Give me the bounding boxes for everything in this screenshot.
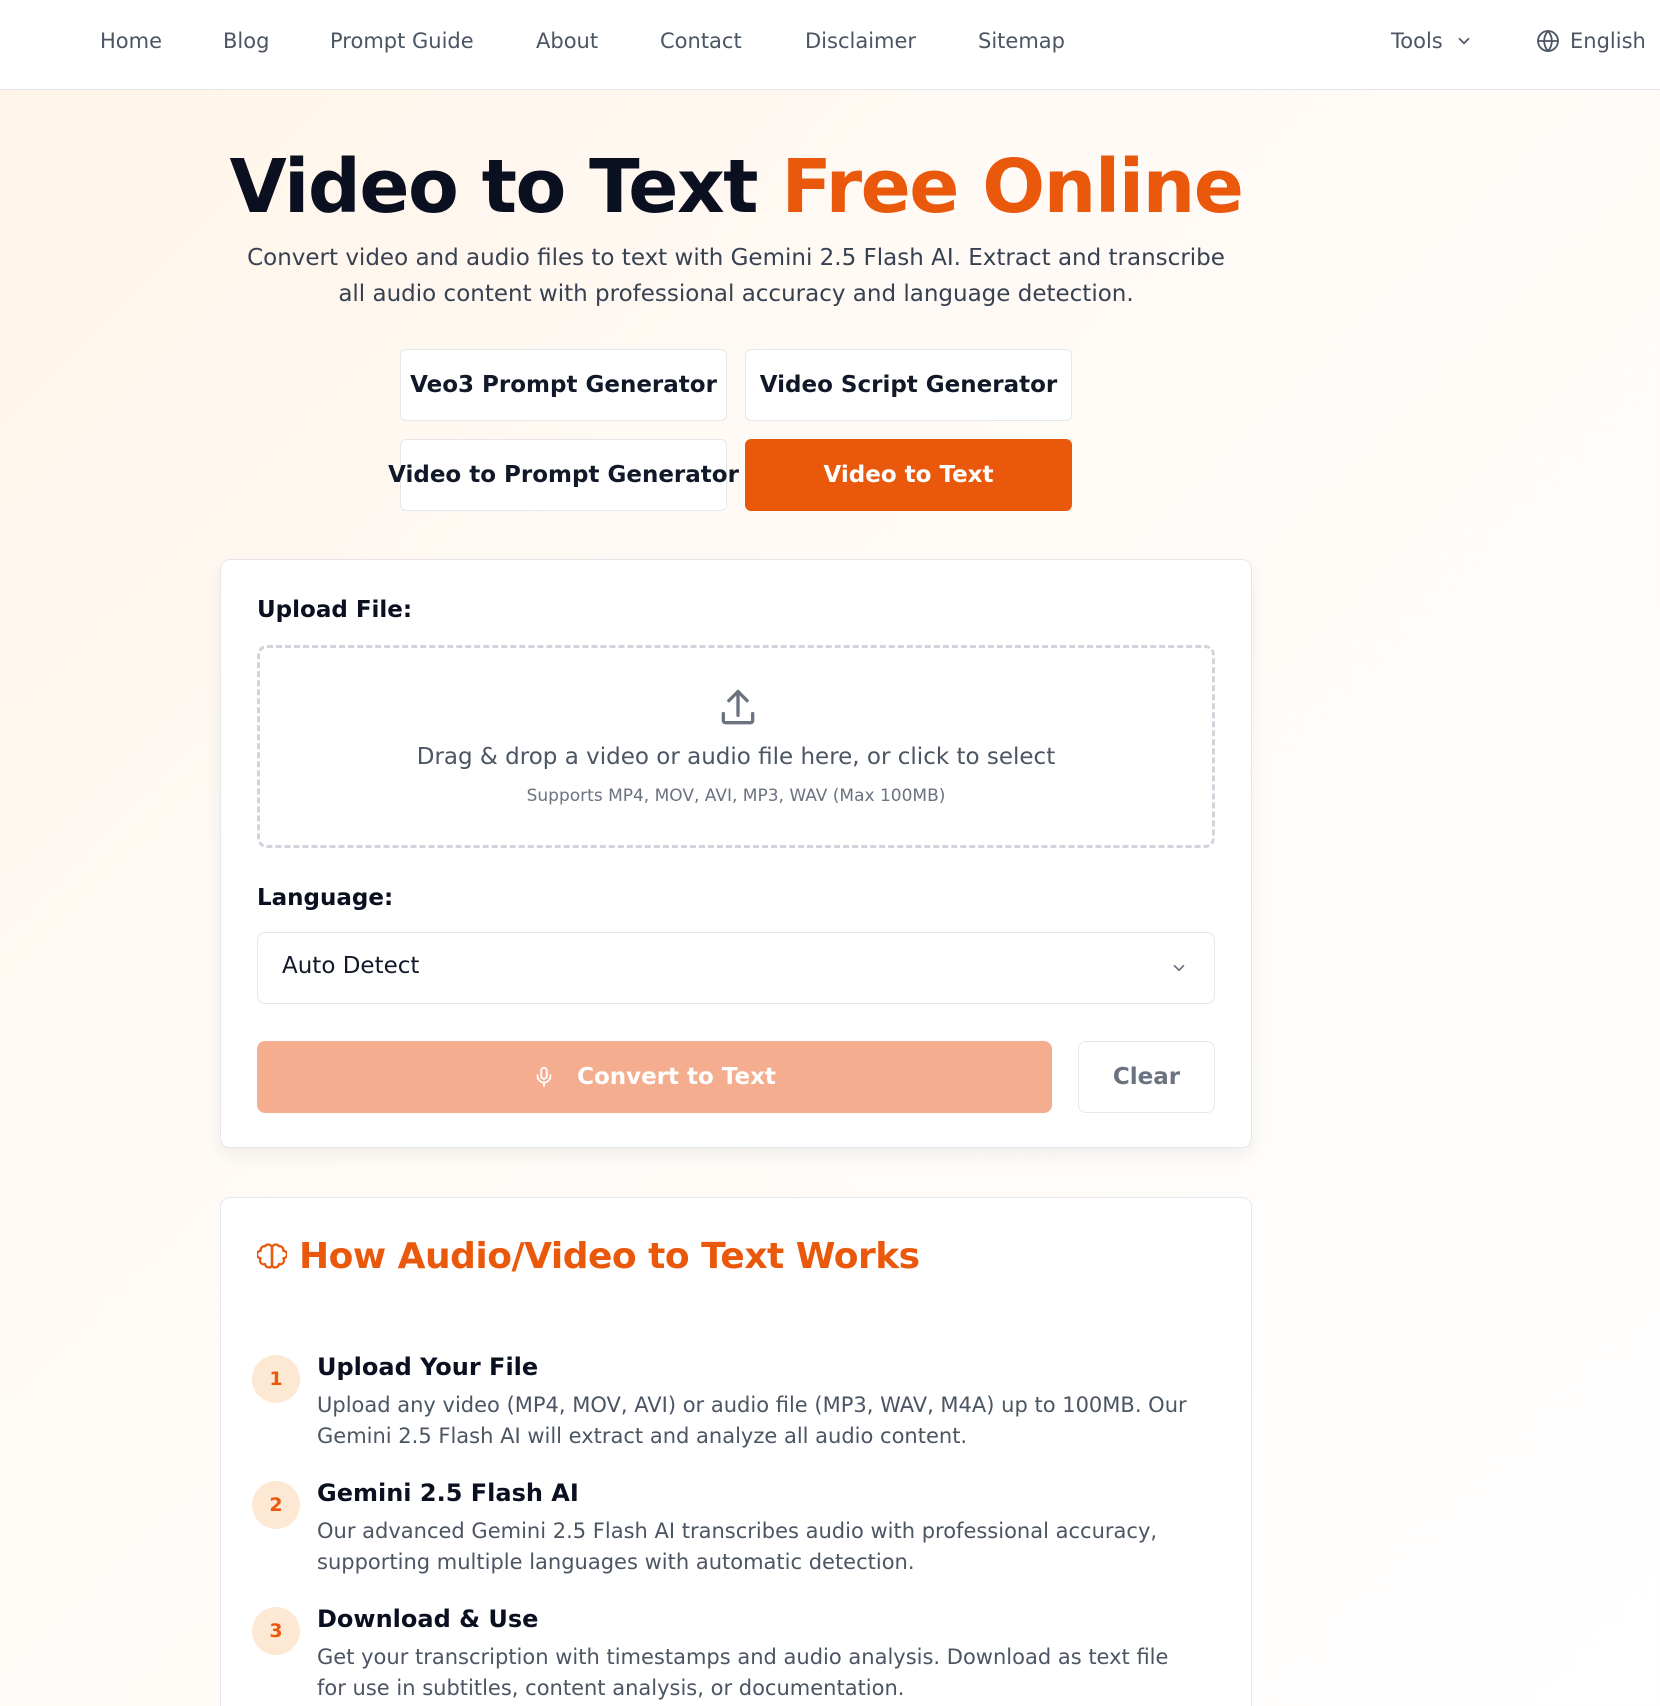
chevron-down-icon — [1458, 37, 1470, 45]
converter-card: Upload File: Drag & drop a video or audi… — [220, 559, 1252, 1148]
step-title: Upload Your File — [317, 1353, 539, 1381]
video-to-text-button[interactable]: Video to Text — [745, 439, 1072, 511]
nav-link-contact[interactable]: Contact — [660, 26, 742, 56]
language-switcher[interactable]: English — [1536, 26, 1646, 56]
convert-button-label: Convert to Text — [577, 1064, 776, 1090]
nav-link-sitemap[interactable]: Sitemap — [978, 26, 1065, 56]
nav-link-disclaimer[interactable]: Disclaimer — [805, 26, 916, 56]
file-dropzone[interactable]: Drag & drop a video or audio file here, … — [257, 645, 1215, 848]
microphone-icon — [536, 1066, 552, 1088]
step-title: Gemini 2.5 Flash AI — [317, 1479, 579, 1507]
step-number-badge: 2 — [252, 1481, 300, 1529]
how-title-text: How Audio/Video to Text Works — [299, 1236, 920, 1277]
veo3-prompt-generator-button[interactable]: Veo3 Prompt Generator — [400, 349, 727, 421]
language-select-label: Language: — [257, 885, 394, 911]
step-title: Download & Use — [317, 1605, 539, 1633]
nav-link-about[interactable]: About — [536, 26, 598, 56]
top-nav: Home Blog Prompt Guide About Contact Dis… — [0, 0, 1660, 90]
chevron-down-icon — [1173, 964, 1185, 972]
how-it-works-card: How Audio/Video to Text Works 1 Upload Y… — [220, 1197, 1252, 1706]
tools-dropdown[interactable]: Tools — [1391, 26, 1473, 56]
video-to-prompt-generator-button[interactable]: Video to Prompt Generator — [388, 439, 739, 511]
dropzone-supports-text: Supports MP4, MOV, AVI, MP3, WAV (Max 10… — [526, 786, 946, 806]
nav-link-blog[interactable]: Blog — [223, 26, 269, 56]
language-label: English — [1570, 29, 1646, 53]
upload-icon — [721, 689, 755, 725]
upload-label: Upload File: — [257, 597, 413, 623]
page-title-main: Video to Text — [229, 144, 759, 230]
page-title-accent: Free Online — [781, 144, 1244, 230]
nav-link-prompt-guide[interactable]: Prompt Guide — [330, 26, 474, 56]
step-description: Upload any video (MP4, MOV, AVI) or audi… — [317, 1393, 1187, 1448]
globe-icon — [1537, 29, 1559, 53]
video-script-generator-button[interactable]: Video Script Generator — [745, 349, 1072, 421]
how-it-works-title: How Audio/Video to Text Works — [257, 1236, 920, 1277]
language-select-value: Auto Detect — [282, 953, 420, 979]
step-description: Our advanced Gemini 2.5 Flash AI transcr… — [317, 1519, 1158, 1574]
nav-link-home[interactable]: Home — [100, 26, 162, 56]
step-number-badge: 3 — [252, 1607, 300, 1655]
language-select[interactable]: Auto Detect — [257, 932, 1215, 1004]
step-description: Get your transcription with timestamps a… — [317, 1645, 1169, 1700]
step-number-badge: 1 — [252, 1355, 300, 1403]
tools-label: Tools — [1391, 29, 1443, 53]
page-title: Video to Text Free Online — [0, 142, 1472, 232]
brain-icon — [257, 1242, 287, 1269]
convert-to-text-button[interactable]: Convert to Text — [257, 1041, 1052, 1113]
page-subtitle: Convert video and audio files to text wi… — [247, 245, 1225, 307]
clear-button[interactable]: Clear — [1078, 1041, 1215, 1113]
dropzone-text: Drag & drop a video or audio file here, … — [416, 744, 1056, 770]
